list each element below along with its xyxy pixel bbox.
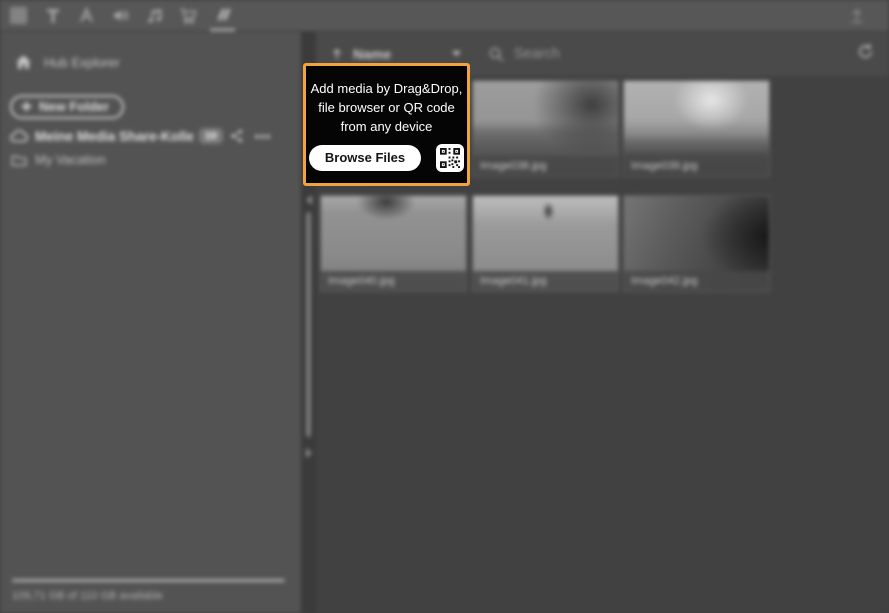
thumbnail-filename: Image039.jpg [624, 156, 769, 176]
storage-progress-bar [12, 579, 286, 582]
cloud-icon [10, 129, 29, 144]
popover-text: Add media by Drag&Drop, file browser or … [306, 79, 467, 136]
expand-right-icon[interactable] [306, 448, 312, 458]
share-icon[interactable] [229, 128, 245, 144]
upload-icon [848, 7, 866, 25]
media-thumbnail[interactable]: Image040.jpg [320, 195, 467, 292]
storage-info: 109,71 GB of 110 GB available [12, 579, 286, 602]
collection-count-badge: 10 [199, 128, 223, 144]
titles-icon [77, 6, 96, 25]
storage-progress-fill [12, 579, 285, 582]
hub-explorer-header: Hub Explorer [0, 32, 301, 72]
thumbnail-filename: Image042.jpg [624, 271, 769, 291]
refresh-icon [856, 42, 875, 61]
popover-actions: Browse Files [306, 144, 467, 172]
audio-icon[interactable] [108, 0, 133, 31]
storage-text: 109,71 GB of 110 GB available [12, 590, 286, 602]
new-folder-label: New Folder [39, 99, 109, 114]
qr-code-icon [440, 148, 460, 168]
store-icon[interactable] [176, 0, 201, 31]
thumbnail-filename: Image038.jpg [473, 156, 618, 176]
media-thumbnail[interactable]: Image041.jpg [472, 195, 619, 292]
sidebar-title: Hub Explorer [44, 55, 120, 70]
search-input[interactable] [514, 46, 814, 62]
audio-icon [111, 6, 130, 25]
text-icon[interactable] [40, 0, 65, 31]
sidebar-item-my-vacation[interactable]: My Vacation [0, 152, 301, 167]
media-thumbnail[interactable]: Image042.jpg [623, 195, 770, 292]
browse-files-button[interactable]: Browse Files [309, 145, 421, 171]
music-icon [146, 7, 164, 25]
collapse-left-icon[interactable] [306, 195, 312, 205]
media-thumbnail[interactable]: Image038.jpg [472, 80, 619, 177]
search-icon [488, 46, 505, 63]
popover-line: file browser or QR code [306, 98, 467, 117]
popover-line: from any device [306, 117, 467, 136]
thumbnail-filename: Image041.jpg [473, 271, 618, 291]
thumbnail-filename: Image040.jpg [321, 271, 466, 291]
media-thumbnail[interactable]: Image039.jpg [623, 80, 770, 177]
sort-ascending-icon [330, 47, 344, 62]
vertical-scrollbar[interactable] [306, 212, 311, 437]
app-window: Hub Explorer New Folder Meine Media Shar… [0, 0, 889, 613]
folder-icon [11, 153, 27, 167]
plus-icon [20, 100, 33, 113]
search-box [488, 46, 856, 63]
sidebar: Hub Explorer New Folder Meine Media Shar… [0, 32, 302, 613]
top-toolbar [0, 0, 889, 32]
share-icon [229, 128, 245, 144]
upload-icon[interactable] [843, 0, 871, 31]
templates-icon[interactable] [6, 0, 31, 31]
qr-code-button[interactable] [436, 144, 464, 172]
popover-line: Add media by Drag&Drop, [306, 79, 467, 98]
home-icon [14, 53, 33, 72]
templates-icon [9, 6, 28, 25]
text-icon [44, 7, 62, 25]
music-icon[interactable] [142, 0, 167, 31]
collection-label: Meine Media Share-Kollekti... [35, 129, 193, 144]
new-folder-button[interactable]: New Folder [10, 95, 124, 119]
more-options-icon[interactable]: ••• [255, 129, 272, 144]
titles-icon[interactable] [74, 0, 99, 31]
media-hub-icon[interactable] [210, 0, 235, 31]
chevron-down-icon [451, 50, 462, 58]
store-icon [179, 6, 198, 25]
refresh-icon[interactable] [856, 42, 875, 66]
folder-label: My Vacation [35, 152, 106, 167]
sort-label: Name [353, 46, 451, 62]
media-hub-icon [213, 5, 232, 24]
collection-row[interactable]: Meine Media Share-Kollekti... 10 ••• [0, 128, 301, 144]
add-media-popover: Add media by Drag&Drop, file browser or … [303, 63, 470, 186]
sort-dropdown[interactable]: Name [330, 46, 462, 62]
